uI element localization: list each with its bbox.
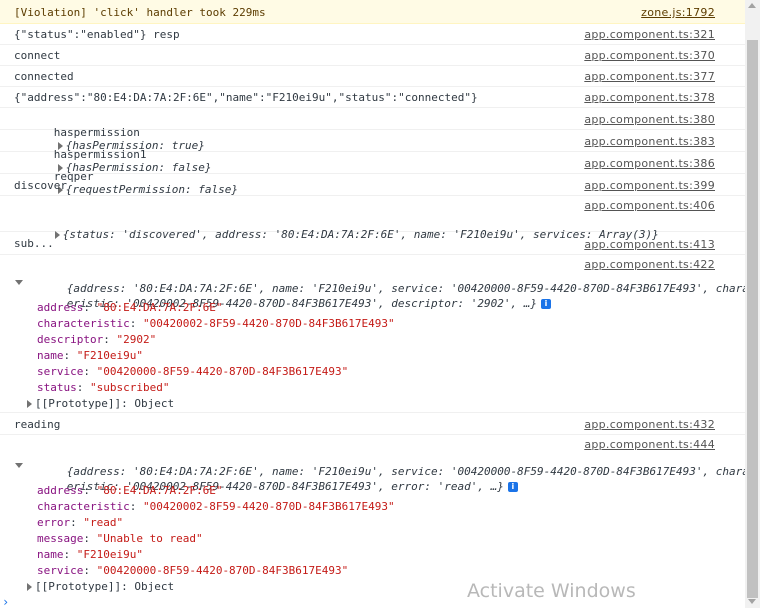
log-row-haspermission1: haspermission1 {hasPermission: false} ap… — [0, 130, 745, 174]
activate-windows-watermark: Activate Windows — [467, 580, 636, 602]
collapse-triangle-icon[interactable] — [15, 463, 23, 468]
scroll-up-arrow-icon[interactable] — [748, 3, 756, 8]
object-property: characteristic: "00420002-8F59-4420-870D… — [37, 500, 395, 513]
log-text: connected — [14, 70, 74, 83]
source-link[interactable]: app.component.ts:386 — [584, 157, 715, 170]
object-property: status: "subscribed" — [37, 381, 170, 394]
object-property: service: "00420000-8F59-4420-870D-84F3B6… — [37, 365, 349, 378]
log-text: discover — [14, 179, 67, 192]
expand-triangle-icon[interactable] — [27, 583, 32, 591]
collapse-triangle-icon[interactable] — [15, 280, 23, 285]
object-property: error: "read" — [37, 516, 124, 529]
object-property: name: "F210ei9u" — [37, 349, 143, 362]
log-row-haspermission: haspermission {hasPermission: true} app.… — [0, 108, 745, 152]
log-text: {"address":"80:E4:DA:7A:2F:6E","name":"F… — [14, 91, 478, 104]
console-prompt-icon[interactable]: › — [2, 595, 9, 608]
info-icon[interactable]: i — [540, 299, 551, 309]
log-row-discover: discover app.component.ts:399 — [0, 174, 745, 196]
source-link-zone[interactable]: zone.js:1792 — [641, 6, 715, 19]
source-link[interactable]: app.component.ts:377 — [584, 70, 715, 83]
source-link[interactable]: app.component.ts:432 — [584, 418, 715, 431]
source-link[interactable]: app.component.ts:406 — [584, 199, 715, 212]
source-link[interactable]: app.component.ts:321 — [584, 28, 715, 41]
object-property: descriptor: "2902" — [37, 333, 157, 346]
source-link[interactable]: app.component.ts:383 — [584, 135, 715, 148]
log-row-status: {"status":"enabled"} resp app.component.… — [0, 24, 745, 45]
scrollbar-thumb[interactable] — [747, 40, 758, 598]
log-row-reading: reading app.component.ts:432 — [0, 413, 745, 435]
log-row-address-json: {"address":"80:E4:DA:7A:2F:6E","name":"F… — [0, 87, 745, 108]
source-link[interactable]: app.component.ts:380 — [584, 113, 715, 126]
log-row-readerror-object: app.component.ts:444 {address: '80:E4:DA… — [0, 435, 745, 595]
log-row-sub: sub... app.component.ts:413 — [0, 232, 745, 255]
log-row-connected: connected app.component.ts:377 — [0, 66, 745, 87]
source-link[interactable]: app.component.ts:444 — [584, 438, 715, 451]
vertical-scrollbar[interactable] — [745, 0, 760, 608]
console-panel: [Violation] 'click' handler took 229ms z… — [0, 0, 745, 608]
log-row-discovered-object: app.component.ts:406 {status: 'discovere… — [0, 196, 745, 241]
log-row-reqper: reqper {requestPermission: false} app.co… — [0, 152, 745, 196]
violation-text: [Violation] 'click' handler took 229ms — [14, 6, 266, 19]
log-row-connect: connect app.component.ts:370 — [0, 45, 745, 66]
object-property: address: "80:E4:DA:7A:2F:6E" — [37, 484, 223, 497]
object-property: name: "F210ei9u" — [37, 548, 143, 561]
object-property: characteristic: "00420002-8F59-4420-870D… — [37, 317, 395, 330]
object-property: address: "80:E4:DA:7A:2F:6E" — [37, 301, 223, 314]
source-link[interactable]: app.component.ts:399 — [584, 179, 715, 192]
scroll-down-arrow-icon[interactable] — [748, 599, 756, 604]
log-text: {"status":"enabled"} resp — [14, 28, 180, 41]
source-link[interactable]: app.component.ts:370 — [584, 49, 715, 62]
info-icon[interactable]: i — [507, 482, 518, 492]
source-link[interactable]: app.component.ts:378 — [584, 91, 715, 104]
log-text: sub... — [14, 237, 54, 250]
log-text: reading — [14, 418, 61, 431]
prototype-row[interactable]: [[Prototype]]: Object — [27, 580, 174, 593]
object-property: message: "Unable to read" — [37, 532, 203, 545]
expand-triangle-icon[interactable] — [27, 400, 32, 408]
source-link[interactable]: app.component.ts:413 — [584, 238, 715, 251]
log-text: connect — [14, 49, 61, 62]
violation-message: [Violation] 'click' handler took 229ms z… — [0, 0, 745, 24]
object-property: service: "00420000-8F59-4420-870D-84F3B6… — [37, 564, 349, 577]
log-row-subscribed-object: app.component.ts:422 {address: '80:E4:DA… — [0, 255, 745, 413]
prototype-row[interactable]: [[Prototype]]: Object — [27, 397, 174, 410]
